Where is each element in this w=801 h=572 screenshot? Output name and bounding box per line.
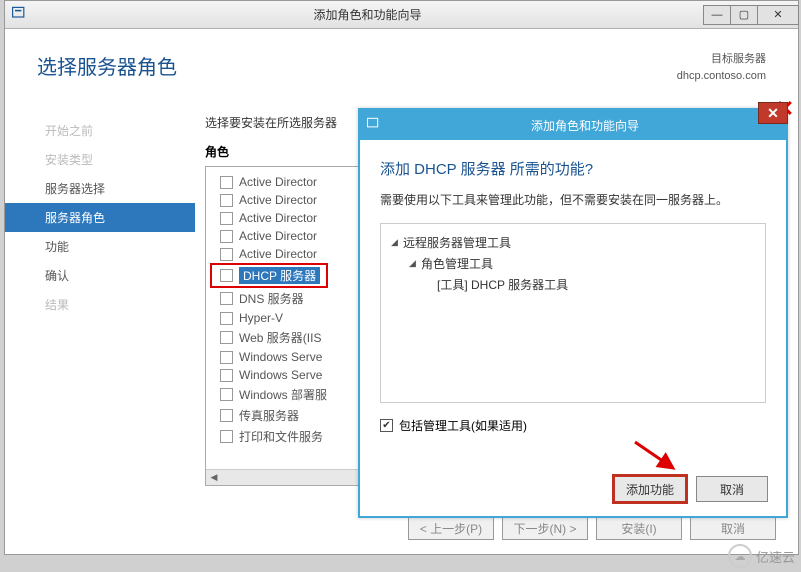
role-item-highlighted[interactable]: DHCP 服务器: [210, 263, 328, 288]
role-checkbox[interactable]: [220, 369, 233, 382]
include-tools-checkbox[interactable]: ✔: [380, 419, 393, 432]
target-server: dhcp.contoso.com: [677, 68, 766, 85]
watermark-icon: ☁: [728, 544, 752, 568]
maximize-button[interactable]: ▢: [730, 5, 758, 25]
role-label: Web 服务器(IIS: [239, 329, 321, 346]
caret-icon: ◢: [409, 258, 421, 269]
install-button[interactable]: 安装(I): [596, 516, 682, 540]
role-checkbox[interactable]: [220, 269, 233, 282]
prev-button[interactable]: < 上一步(P): [408, 516, 494, 540]
sidebar-item[interactable]: 安装类型: [5, 145, 195, 174]
next-button[interactable]: 下一步(N) >: [502, 516, 588, 540]
dialog-icon: [366, 116, 384, 134]
role-label: Hyper-V: [239, 311, 283, 325]
role-checkbox[interactable]: [220, 212, 233, 225]
window-controls: — ▢ ✕: [704, 5, 799, 25]
dialog-body: 添加 DHCP 服务器 所需的功能? 需要使用以下工具来管理此功能，但不需要安装…: [360, 140, 786, 516]
role-label: Active Director: [239, 211, 317, 225]
role-checkbox[interactable]: [220, 194, 233, 207]
add-features-button[interactable]: 添加功能: [614, 476, 686, 502]
titlebar: 添加角色和功能向导 — ▢ ✕: [5, 1, 798, 29]
include-tools-label: 包括管理工具(如果适用): [399, 417, 527, 434]
page-title: 选择服务器角色: [37, 51, 177, 80]
role-checkbox[interactable]: [220, 248, 233, 261]
role-label: Windows 部署服: [239, 386, 327, 403]
sidebar-item[interactable]: 确认: [5, 261, 195, 290]
role-label: Windows Serve: [239, 368, 322, 382]
features-tree[interactable]: ◢远程服务器管理工具 ◢角色管理工具 [工具] DHCP 服务器工具: [380, 223, 766, 403]
page-header: 选择服务器角色 目标服务器 dhcp.contoso.com: [5, 29, 798, 96]
scroll-left-icon[interactable]: ◀: [206, 470, 222, 485]
wizard-buttons: < 上一步(P) 下一步(N) > 安装(I) 取消: [408, 516, 776, 540]
role-checkbox[interactable]: [220, 230, 233, 243]
role-label: Windows Serve: [239, 350, 322, 364]
target-label: 目标服务器: [677, 51, 766, 68]
role-label: Active Director: [239, 229, 317, 243]
sidebar-item[interactable]: 结果: [5, 290, 195, 319]
watermark-text: 亿速云: [756, 547, 795, 566]
app-icon: [11, 5, 31, 25]
dialog-description: 需要使用以下工具来管理此功能，但不需要安装在同一服务器上。: [380, 191, 766, 209]
cancel-button[interactable]: 取消: [690, 516, 776, 540]
minimize-button[interactable]: —: [703, 5, 731, 25]
tree-node[interactable]: ◢远程服务器管理工具: [391, 232, 755, 253]
add-features-dialog: ✕ 添加角色和功能向导 ✕ 添加 DHCP 服务器 所需的功能? 需要使用以下工…: [358, 108, 788, 518]
dialog-title: 添加角色和功能向导: [384, 117, 786, 134]
tree-node[interactable]: [工具] DHCP 服务器工具: [391, 274, 755, 295]
dialog-buttons: 添加功能 取消: [614, 476, 768, 502]
role-checkbox[interactable]: [220, 312, 233, 325]
wizard-sidebar: 开始之前安装类型服务器选择服务器角色功能确认结果: [5, 104, 195, 554]
role-label: Active Director: [239, 247, 317, 261]
sidebar-item[interactable]: 开始之前: [5, 116, 195, 145]
dialog-heading: 添加 DHCP 服务器 所需的功能?: [380, 158, 766, 179]
annotation-arrow-icon: [631, 436, 681, 476]
sidebar-item[interactable]: 功能: [5, 232, 195, 261]
caret-icon: ◢: [391, 237, 403, 248]
role-label: DHCP 服务器: [239, 267, 320, 284]
close-button[interactable]: ✕: [757, 5, 799, 25]
role-label: Active Director: [239, 175, 317, 189]
include-tools-row[interactable]: ✔ 包括管理工具(如果适用): [380, 417, 766, 434]
dialog-cancel-button[interactable]: 取消: [696, 476, 768, 502]
role-label: DNS 服务器: [239, 290, 304, 307]
watermark: ☁ 亿速云: [728, 544, 795, 568]
role-checkbox[interactable]: [220, 409, 233, 422]
dialog-titlebar: 添加角色和功能向导 ✕: [360, 110, 786, 140]
role-checkbox[interactable]: [220, 388, 233, 401]
dialog-close-button[interactable]: ✕: [758, 102, 788, 124]
role-label: Active Director: [239, 193, 317, 207]
role-checkbox[interactable]: [220, 292, 233, 305]
role-label: 传真服务器: [239, 407, 299, 424]
role-label: 打印和文件服务: [239, 428, 323, 445]
role-checkbox[interactable]: [220, 176, 233, 189]
role-checkbox[interactable]: [220, 331, 233, 344]
role-checkbox[interactable]: [220, 351, 233, 364]
sidebar-item[interactable]: 服务器选择: [5, 174, 195, 203]
role-checkbox[interactable]: [220, 430, 233, 443]
window-title: 添加角色和功能向导: [31, 6, 704, 23]
tree-node[interactable]: ◢角色管理工具: [391, 253, 755, 274]
sidebar-item[interactable]: 服务器角色: [5, 203, 195, 232]
target-info: 目标服务器 dhcp.contoso.com: [677, 51, 766, 84]
